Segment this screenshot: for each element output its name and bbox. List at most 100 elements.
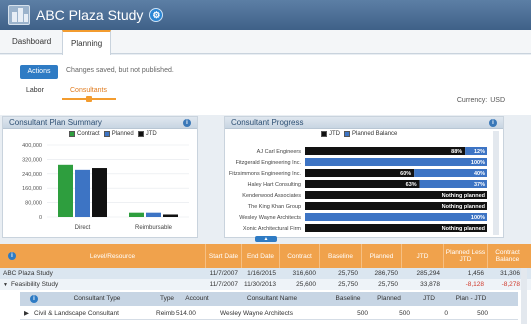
currency-display: Currency: USD <box>457 97 505 104</box>
bar-planned-balance <box>305 213 487 221</box>
subcol-account[interactable]: Account <box>180 292 214 306</box>
subtab-consultants[interactable]: Consultants <box>70 87 107 94</box>
row-end: 11/30/2013 <box>243 281 276 288</box>
grid-scrollbar[interactable] <box>521 268 527 324</box>
category-label: Fitzsimmons Engineering Inc. <box>229 171 302 177</box>
bar-label: 100% <box>471 215 485 221</box>
bar-planned <box>146 212 161 217</box>
info-icon[interactable]: i <box>8 252 16 260</box>
info-icon[interactable]: i <box>489 119 497 127</box>
col-end-date[interactable]: End Date <box>241 244 279 268</box>
legend-label-planned: Planned <box>111 131 134 137</box>
legend-label-contract: Contract <box>77 131 100 137</box>
col-jtd[interactable]: JTD <box>401 244 443 268</box>
subtab-labor[interactable]: Labor <box>26 87 44 94</box>
col-level-resource[interactable]: Level/Resource <box>20 244 205 268</box>
app-logo-icon <box>8 5 30 25</box>
sub-baseline: 500 <box>357 310 368 317</box>
col-baseline[interactable]: Baseline <box>319 244 361 268</box>
info-icon[interactable]: i <box>183 119 191 127</box>
collapse-icon[interactable]: ▼ <box>3 280 8 291</box>
row-baseline: 25,750 <box>338 281 358 288</box>
bar-jtd <box>305 169 415 177</box>
subtab-grip[interactable] <box>86 96 92 102</box>
tab-dashboard[interactable]: Dashboard <box>4 30 59 54</box>
y-tick-label: 80,000 <box>25 201 42 207</box>
bar-contract <box>129 212 144 217</box>
category-label: Fitzgerald Engineering Inc. <box>236 160 302 166</box>
app-title: ABC Plaza Study <box>36 7 144 23</box>
y-tick-label: 160,000 <box>22 186 42 192</box>
bar-contract <box>58 164 73 217</box>
wrench-icon[interactable]: ⚙ <box>149 8 164 22</box>
row-name: Feasibility Study <box>10 281 59 288</box>
summary-panel-title: Consultant Plan Summary <box>9 118 102 127</box>
y-tick-label: 320,000 <box>22 157 42 163</box>
subcol-jtd[interactable]: JTD <box>410 292 448 306</box>
x-tick-label: Direct <box>75 225 91 231</box>
expand-icon[interactable]: ▶ <box>24 307 29 320</box>
bar-label: 37% <box>474 182 485 188</box>
subcol-plan-jtd[interactable]: Plan - JTD <box>448 292 494 306</box>
row-jtd: 33,878 <box>420 281 440 288</box>
col-planned[interactable]: Planned <box>361 244 401 268</box>
grid-header: i Level/Resource Start Date End Date Con… <box>0 244 531 268</box>
progress-scrollbar[interactable] <box>493 131 499 235</box>
action-row: Actions Changes saved, but not published… <box>0 55 531 115</box>
row-name: ABC Plaza Study <box>3 270 53 277</box>
expand-panel-button[interactable]: ▲ <box>255 236 277 242</box>
legend-swatch-planned-balance <box>344 131 350 137</box>
actions-button[interactable]: Actions <box>20 65 58 79</box>
row-planned-less-jtd: 1,456 <box>467 270 484 277</box>
progress-legend: JTD Planned Balance <box>317 131 397 137</box>
table-row[interactable]: ▼ Feasibility Study 11/7/2007 11/30/2013 … <box>0 279 531 290</box>
bar-label: Nothing planned <box>442 204 485 210</box>
legend-swatch-planned <box>103 131 110 137</box>
title-bar: ABC Plaza Study ⚙ <box>0 0 531 30</box>
bar-label: 63% <box>406 182 417 188</box>
subcol-baseline[interactable]: Baseline <box>328 292 368 306</box>
subcol-consultant-name[interactable]: Consultant Name <box>216 292 328 306</box>
resource-grid: i Level/Resource Start Date End Date Con… <box>0 244 531 324</box>
sub-planned: 500 <box>399 310 410 317</box>
subcol-consultant-type[interactable]: Consultant Type <box>42 292 152 306</box>
sub-plan-jtd: 500 <box>477 310 488 317</box>
row-end: 1/16/2015 <box>247 270 276 277</box>
table-row[interactable]: ABC Plaza Study 11/7/2007 1/16/2015 316,… <box>0 268 531 279</box>
progress-panel-title: Consultant Progress <box>231 118 304 127</box>
col-start-date[interactable]: Start Date <box>205 244 241 268</box>
legend-label-jtd: JTD <box>329 131 340 137</box>
bar-jtd <box>305 147 466 155</box>
bar-jtd <box>305 180 420 188</box>
category-label: Xonic Architectural Firm <box>243 226 301 232</box>
tab-bar: Dashboard Planning <box>0 30 531 55</box>
bar-label: 60% <box>400 171 411 177</box>
subgrid-header: i Consultant Type Type Account Consultan… <box>20 292 518 306</box>
row-start: 11/7/2007 <box>209 270 238 277</box>
subcol-planned[interactable]: Planned <box>368 292 410 306</box>
category-label: Kenderwood Associates <box>242 193 301 199</box>
col-contract[interactable]: Contract <box>279 244 319 268</box>
row-contract: 316,600 <box>292 270 317 277</box>
legend-swatch-jtd <box>137 131 144 137</box>
row-name-cell: ▼ Feasibility Study <box>0 279 205 290</box>
legend-label-planned-balance: Planned Balance <box>352 131 398 137</box>
bar-jtd <box>92 168 107 217</box>
row-baseline: 25,750 <box>338 270 358 277</box>
x-tick-label: Reimbursable <box>135 225 173 231</box>
subgrid-row[interactable]: ▶ Civil & Landscape Consultant Reimb 514… <box>20 307 518 320</box>
col-contract-balance[interactable]: Contract Balance <box>487 244 527 268</box>
progress-bar-chart: AJ Carl Engineers 88% 12% Fitzgerald Engine… <box>229 147 487 232</box>
legend-swatch-contract <box>69 131 75 137</box>
tab-planning[interactable]: Planning <box>62 30 112 55</box>
subcol-type[interactable]: Type <box>154 292 180 306</box>
bar-planned-balance <box>305 158 487 166</box>
currency-value: USD <box>490 97 505 104</box>
info-icon[interactable]: i <box>30 295 38 303</box>
y-tick-label: 0 <box>39 215 42 221</box>
consultant-plan-summary-panel: Consultant Plan Summary i Contract Plann… <box>2 116 198 238</box>
col-planned-less-jtd[interactable]: Planned Less JTD <box>443 244 487 268</box>
category-label: Wesley Wayne Architects <box>239 215 301 221</box>
row-contract: 25,600 <box>296 281 316 288</box>
sub-type-name: Civil & Landscape Consultant <box>34 310 119 317</box>
